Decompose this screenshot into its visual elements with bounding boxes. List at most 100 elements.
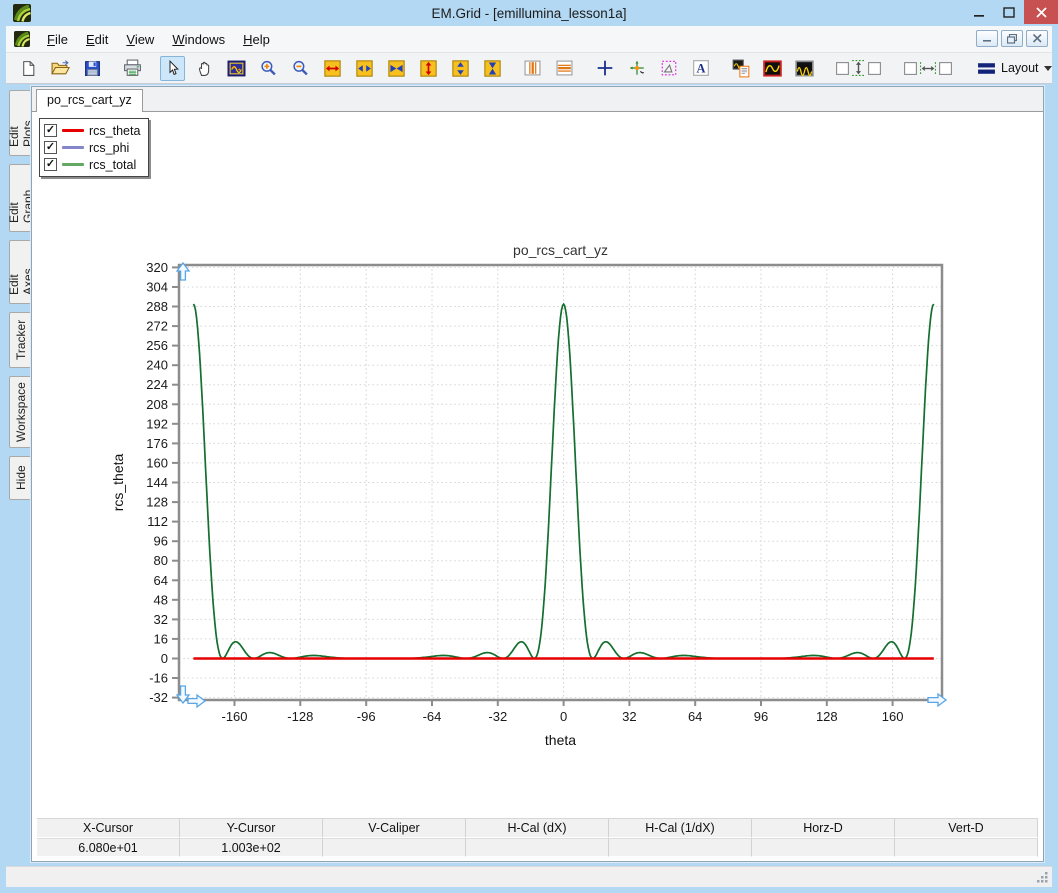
x-axis-label: theta [545,732,576,748]
chart[interactable]: -160-128-96-64-3203264961281603203042882… [107,241,987,766]
sidebar-item-edit-graph[interactable]: Edit Graph [9,164,33,232]
crosshair-button[interactable] [592,56,617,81]
print-icon [123,59,142,77]
plot-document-window: po_rcs_cart_yz ✓ rcs_theta ✓ rcs_phi [31,86,1044,862]
zoom-out-button[interactable] [288,56,313,81]
vertical-cursors-button[interactable] [520,56,545,81]
tracker-icon [628,59,646,77]
cursor-value-row: 6.080e+01 1.003e+02 [37,838,1038,857]
compress-x-icon [388,60,405,77]
x-tick-label: -96 [357,709,376,724]
rcs-theta-checkbox[interactable]: ✓ [44,124,57,137]
y-tick-label: 192 [146,416,168,431]
cursor-header-row: X-Cursor Y-Cursor V-Caliper H-Cal (dX) H… [37,819,1038,838]
legend-item-rcs-theta: ✓ rcs_theta [44,122,140,139]
rcs-phi-checkbox[interactable]: ✓ [44,141,57,154]
y-tick-label: 64 [154,573,168,588]
close-button[interactable] [1024,0,1058,24]
select-tool-button[interactable] [160,56,185,81]
box-icon [835,61,850,76]
expand-x-red-icon [324,60,341,77]
save-button[interactable] [80,56,105,81]
maximize-icon [1003,7,1015,18]
horizontal-cursors-button[interactable] [552,56,577,81]
y-tick-label: 320 [146,260,168,275]
plot-window-button[interactable] [760,56,785,81]
sidebar-item-edit-axes[interactable]: Edit Axes [9,240,33,304]
app-window: EM.Grid - [emillumina_lesson1a] File Edi… [0,0,1058,893]
mdi-minimize-button[interactable] [976,30,998,47]
expand-x-blue-icon [356,60,373,77]
print-button[interactable] [120,56,145,81]
y-tick-label: 32 [154,612,168,627]
expand-y-button[interactable] [416,56,441,81]
rcs-total-checkbox[interactable]: ✓ [44,158,57,171]
expand-y-red-icon [420,60,437,77]
y-tick-label: 256 [146,338,168,353]
box-icon [938,61,953,76]
legend-panel[interactable]: ✓ rcs_theta ✓ rcs_phi ✓ rcs_total [39,118,149,177]
open-file-button[interactable] [48,56,73,81]
box-icon [903,61,918,76]
plot-report-button[interactable] [728,56,753,81]
y-tick-label: 80 [154,553,168,568]
match-width-button[interactable] [900,56,956,81]
expand-x-arrows-button[interactable] [352,56,377,81]
toolbar: A Layout [6,53,1052,84]
col-header-horz-d: Horz-D [752,819,895,838]
compress-y-button[interactable] [480,56,505,81]
y-tick-label: 208 [146,397,168,412]
save-floppy-icon [84,60,101,77]
menu-help[interactable]: Help [234,28,279,51]
vertical-cursors-icon [524,60,541,76]
cursor-readout-table: X-Cursor Y-Cursor V-Caliper H-Cal (dX) H… [37,818,1038,857]
plot-window-red-icon [763,59,782,78]
chart-title: po_rcs_cart_yz [513,242,608,258]
tab-po-rcs-cart-yz[interactable]: po_rcs_cart_yz [36,89,143,112]
value-v-caliper [323,838,466,857]
value-y-cursor: 1.003e+02 [180,838,323,857]
new-file-button[interactable] [16,56,41,81]
svg-text:A: A [696,62,705,76]
x-tick-label: 64 [688,709,702,724]
pan-tool-button[interactable] [192,56,217,81]
sidebar-item-hide[interactable]: Hide [9,456,33,500]
x-tick-label: -128 [287,709,313,724]
maximize-button[interactable] [994,0,1024,24]
col-header-vert-d: Vert-D [895,819,1038,838]
rcs-phi-line-swatch [62,146,84,149]
sidebar-item-edit-plots[interactable]: Edit Plots [9,90,33,156]
y-tick-label: -16 [149,671,168,686]
menu-edit[interactable]: Edit [77,28,117,51]
minimize-button[interactable] [964,0,994,24]
text-annotation-button[interactable]: A [688,56,713,81]
layout-dropdown-button[interactable]: Layout [971,58,1058,78]
multi-plot-window-button[interactable] [792,56,817,81]
y-tick-label: 112 [147,514,168,529]
sidebar-item-tracker[interactable]: Tracker [9,312,33,368]
expand-x-button[interactable] [320,56,345,81]
y-tick-label: 288 [146,299,168,314]
expand-y-arrows-button[interactable] [448,56,473,81]
mdi-close-button[interactable] [1026,30,1048,47]
y-tick-label: 0 [161,651,168,666]
menu-windows[interactable]: Windows [163,28,234,51]
mdi-restore-button[interactable] [1001,30,1023,47]
caliper-icon [660,59,678,77]
fit-to-window-button[interactable] [224,56,249,81]
menu-file[interactable]: File [38,28,77,51]
sidebar-item-workspace[interactable]: Workspace [9,376,33,448]
cursor-arrow-icon [165,60,181,76]
legend-label: rcs_phi [89,141,129,155]
match-height-button[interactable] [832,56,885,81]
col-header-hcal-1dx: H-Cal (1/dX) [609,819,752,838]
y-tick-label: 48 [154,592,168,607]
tracker-button[interactable] [624,56,649,81]
resize-grip[interactable] [1036,871,1049,884]
menu-view[interactable]: View [117,28,163,51]
caliper-button[interactable] [656,56,681,81]
value-x-cursor: 6.080e+01 [37,838,180,857]
zoom-in-button[interactable] [256,56,281,81]
minimize-icon [974,7,985,18]
compress-x-button[interactable] [384,56,409,81]
